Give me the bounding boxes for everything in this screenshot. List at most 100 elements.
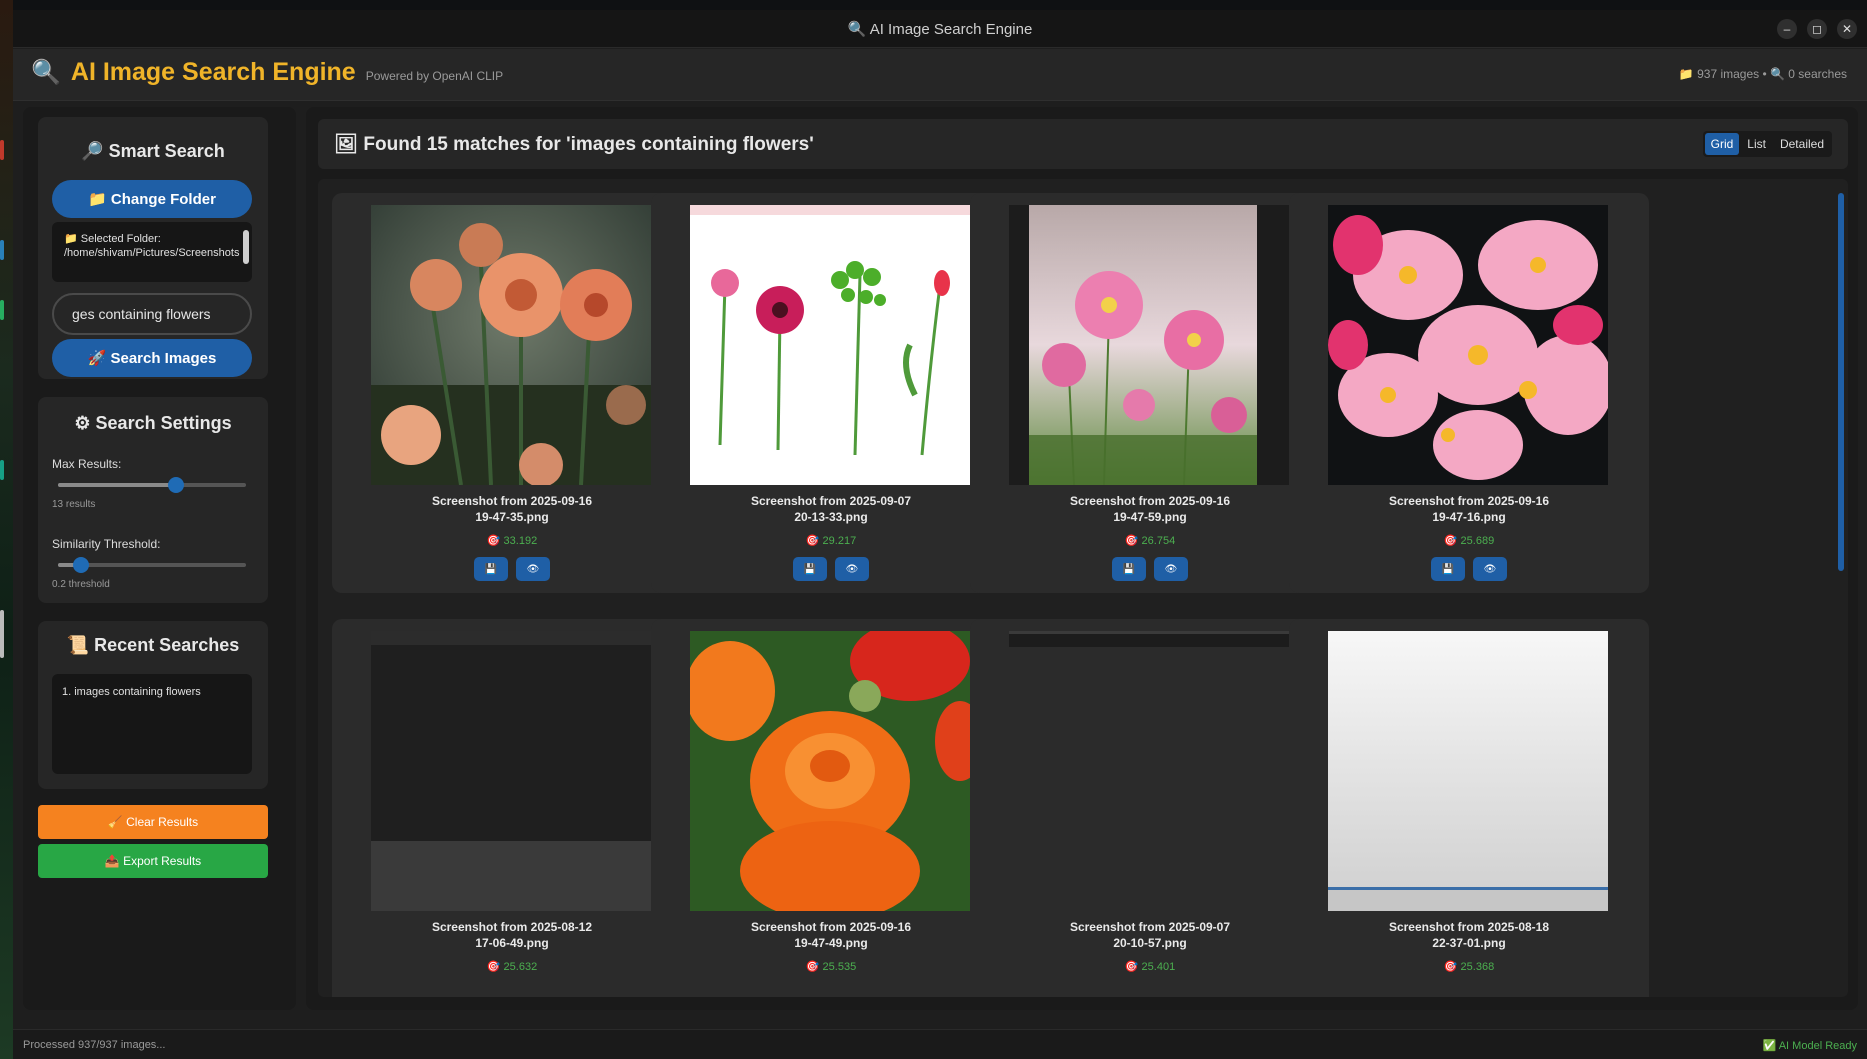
- save-button[interactable]: 💾: [474, 557, 508, 581]
- result-thumbnail[interactable]: [1328, 631, 1608, 911]
- dock-indicator: [0, 140, 4, 160]
- view-button[interactable]: 👁: [1473, 557, 1507, 581]
- result-actions: 💾 👁: [970, 557, 1330, 581]
- result-filename: Screenshot from 2025-09-16 19-47-35.png: [431, 494, 593, 524]
- result-filename: Screenshot from 2025-08-12 17-06-49.png: [431, 920, 593, 950]
- result-score-value: 26.754: [1141, 535, 1176, 547]
- max-results-value: 13 results: [52, 499, 96, 510]
- search-settings-heading: ⚙ Search Settings: [74, 413, 232, 433]
- result-thumbnail[interactable]: [1328, 205, 1608, 485]
- results-header: 🖼 Found 15 matches for 'images containin…: [318, 119, 1848, 169]
- result-card[interactable]: Screenshot from 2025-09-16 19-47-35.png …: [332, 193, 692, 593]
- result-filename: Screenshot from 2025-09-07 20-13-33.png: [750, 494, 912, 524]
- result-score: 🎯 33.192: [332, 534, 692, 547]
- target-icon: 🎯: [1443, 535, 1458, 547]
- result-score-value: 25.368: [1460, 961, 1495, 973]
- results-scrollbar[interactable]: [1838, 193, 1844, 571]
- app-title: AI Image Search Engine: [70, 58, 356, 86]
- app-subtitle: Powered by OpenAI CLIP: [365, 69, 504, 83]
- result-card[interactable]: Screenshot from 2025-09-07 20-13-33.png …: [651, 193, 1011, 593]
- result-filename: Screenshot from 2025-09-16 19-47-16.png: [1388, 494, 1550, 524]
- selected-folder-label: 📁 Selected Folder:: [64, 233, 161, 245]
- sidebar: 🔎 Smart Search 📁 Change Folder 📁 Selecte…: [23, 107, 296, 1010]
- result-score-value: 25.535: [822, 961, 857, 973]
- smart-search-panel: 🔎 Smart Search 📁 Change Folder 📁 Selecte…: [38, 117, 268, 379]
- result-score: 🎯 25.401: [970, 960, 1330, 973]
- view-button[interactable]: 👁: [835, 557, 869, 581]
- result-thumbnail[interactable]: [690, 631, 970, 911]
- result-card[interactable]: Screenshot from 2025-09-16 19-47-16.png …: [1289, 193, 1649, 593]
- target-icon: 🎯: [1124, 961, 1139, 973]
- result-thumbnail[interactable]: [690, 205, 970, 485]
- view-button[interactable]: 👁: [516, 557, 550, 581]
- processing-status: Processed 937/937 images...: [23, 1039, 166, 1051]
- max-results-fill: [58, 483, 176, 487]
- threshold-slider[interactable]: [58, 557, 246, 573]
- recent-searches-heading: 📜 Recent Searches: [66, 635, 240, 655]
- result-score-value: 33.192: [503, 535, 538, 547]
- threshold-value: 0.2 threshold: [52, 579, 110, 590]
- result-filename: Screenshot from 2025-09-07 20-10-57.png: [1069, 920, 1231, 950]
- app-header: 🔍 AI Image Search Engine Powered by Open…: [13, 49, 1867, 101]
- dock-indicator: [0, 460, 4, 480]
- view-grid-button[interactable]: Grid: [1704, 133, 1740, 155]
- model-status: ✅ AI Model Ready: [1762, 1040, 1857, 1052]
- result-actions: 💾 👁: [1289, 557, 1649, 581]
- clear-results-button[interactable]: 🧹 Clear Results: [38, 805, 268, 839]
- status-bar: Processed 937/937 images... ✅ AI Model R…: [13, 1029, 1867, 1059]
- change-folder-button[interactable]: 📁 Change Folder: [52, 180, 252, 218]
- export-results-button[interactable]: 📤 Export Results: [38, 844, 268, 878]
- threshold-knob[interactable]: [72, 557, 89, 573]
- result-card[interactable]: Screenshot from 2025-09-16 19-47-49.png …: [651, 619, 1011, 997]
- result-score: 🎯 25.535: [651, 960, 1011, 973]
- folder-box-scrollbar[interactable]: [243, 230, 249, 264]
- minimize-button[interactable]: –: [1777, 19, 1797, 39]
- view-toggle: Grid List Detailed: [1702, 131, 1832, 157]
- save-button[interactable]: 💾: [1431, 557, 1465, 581]
- save-button[interactable]: 💾: [1112, 557, 1146, 581]
- result-filename: Screenshot from 2025-09-16 19-47-49.png: [750, 920, 912, 950]
- threshold-label: Similarity Threshold:: [52, 537, 161, 551]
- recent-searches-list: 1. images containing flowers: [52, 674, 252, 774]
- target-icon: 🎯: [805, 961, 820, 973]
- result-actions: 💾 👁: [651, 557, 1011, 581]
- result-card[interactable]: Screenshot from 2025-08-12 17-06-49.png …: [332, 619, 692, 997]
- selected-folder-box: 📁 Selected Folder: /home/shivam/Pictures…: [52, 222, 252, 282]
- dock-indicator: [0, 300, 4, 320]
- result-actions: 💾 👁: [332, 557, 692, 581]
- target-icon: 🎯: [805, 535, 820, 547]
- view-detailed-button[interactable]: Detailed: [1774, 133, 1830, 155]
- recent-search-item[interactable]: 1. images containing flowers: [62, 686, 242, 698]
- maximize-button[interactable]: ◻: [1807, 19, 1827, 39]
- target-icon: 🎯: [1124, 535, 1139, 547]
- result-score-value: 29.217: [822, 535, 857, 547]
- result-thumbnail[interactable]: [371, 631, 651, 911]
- max-results-label: Max Results:: [52, 457, 122, 471]
- target-icon: 🎯: [486, 535, 501, 547]
- search-input[interactable]: ges containing flowers: [52, 293, 252, 335]
- result-thumbnail[interactable]: [371, 205, 651, 485]
- dock-indicator: [0, 240, 4, 260]
- target-icon: 🎯: [486, 961, 501, 973]
- result-thumbnail[interactable]: [1009, 205, 1289, 485]
- result-score: 🎯 25.368: [1289, 960, 1649, 973]
- max-results-knob[interactable]: [167, 477, 184, 493]
- result-filename: Screenshot from 2025-09-16 19-47-59.png: [1069, 494, 1231, 524]
- close-button[interactable]: ✕: [1837, 19, 1857, 39]
- max-results-slider[interactable]: [58, 477, 246, 493]
- result-card[interactable]: Screenshot from 2025-09-07 20-10-57.png …: [970, 619, 1330, 997]
- search-images-button[interactable]: 🚀 Search Images: [52, 339, 252, 377]
- results-grid: Screenshot from 2025-09-16 19-47-35.png …: [318, 179, 1848, 997]
- result-card[interactable]: Screenshot from 2025-09-16 19-47-59.png …: [970, 193, 1330, 593]
- search-icon: 🔍: [31, 59, 61, 86]
- view-button[interactable]: 👁: [1154, 557, 1188, 581]
- search-settings-panel: ⚙ Search Settings Max Results: 13 result…: [38, 397, 268, 603]
- result-card[interactable]: Screenshot from 2025-08-18 22-37-01.png …: [1289, 619, 1649, 997]
- result-score: 🎯 25.632: [332, 960, 692, 973]
- result-thumbnail[interactable]: [1009, 631, 1289, 647]
- save-button[interactable]: 💾: [793, 557, 827, 581]
- result-score-value: 25.689: [1460, 535, 1495, 547]
- view-list-button[interactable]: List: [1741, 133, 1772, 155]
- desktop-edge: [0, 0, 13, 1059]
- smart-search-heading: 🔎 Smart Search: [81, 141, 225, 161]
